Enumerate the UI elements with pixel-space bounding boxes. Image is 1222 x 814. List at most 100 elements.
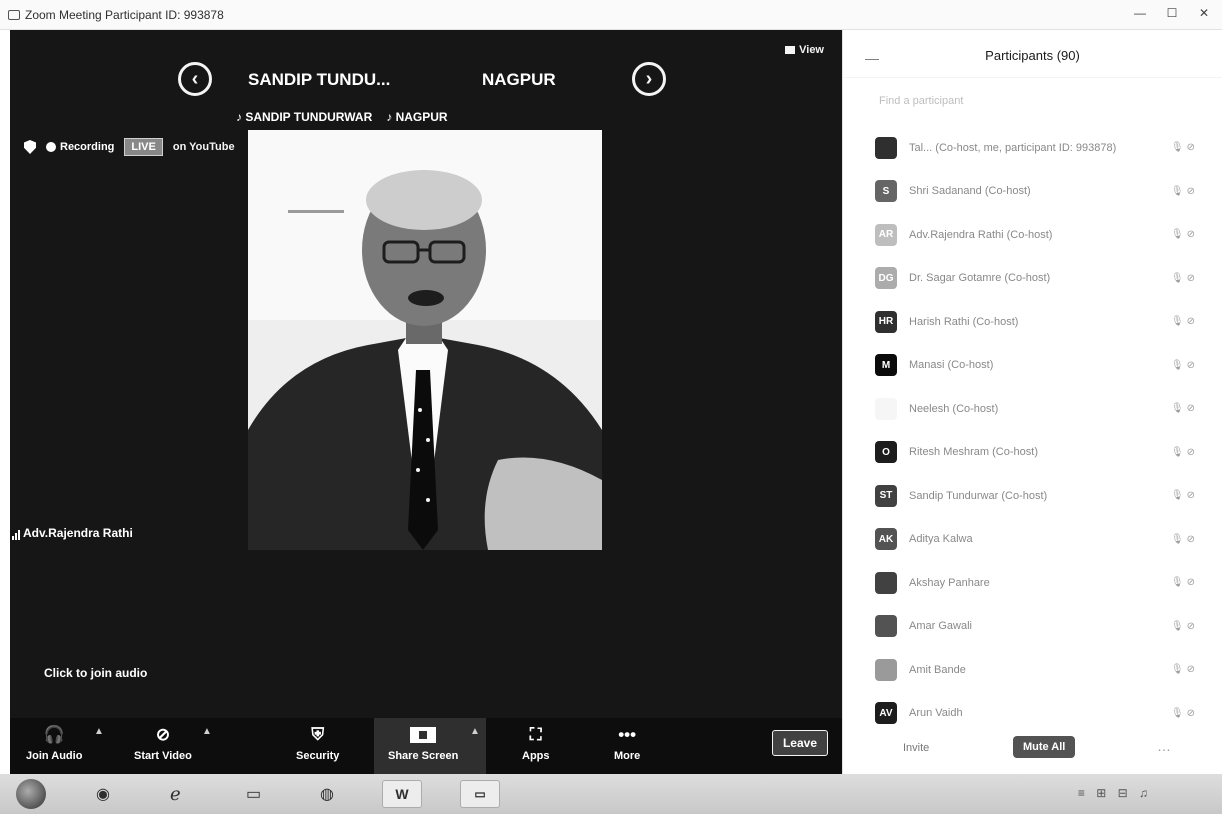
join-audio-hint[interactable]: Click to join audio — [44, 666, 147, 680]
video-off-icon[interactable]: ⊘ — [1187, 186, 1195, 197]
participant-row[interactable]: Tal... (Co-host, me, participant ID: 993… — [843, 126, 1222, 170]
participant-row[interactable]: Amit Bande 🎙 ⊘ — [843, 648, 1222, 692]
media-player-icon[interactable]: ◉ — [96, 780, 110, 808]
avatar — [875, 571, 897, 594]
mic-muted-icon[interactable]: 🎙 — [1171, 360, 1184, 371]
avatar — [875, 658, 897, 681]
recording-indicator: Recording — [46, 141, 114, 153]
mic-muted-icon[interactable]: 🎙 — [1171, 577, 1184, 588]
next-page-button[interactable]: › — [632, 62, 666, 96]
start-video-button[interactable]: ⊘ Start Video — [134, 724, 192, 762]
minimize-button[interactable]: — — [1128, 6, 1152, 20]
more-button[interactable]: ••• More — [614, 724, 640, 762]
participant-row[interactable]: O Ritesh Meshram (Co-host) 🎙 ⊘ — [843, 431, 1222, 475]
security-button[interactable]: ⛨ Security — [296, 724, 339, 762]
close-button[interactable]: ✕ — [1192, 6, 1216, 20]
speaker-subtab[interactable]: SANDIP TUNDURWAR — [236, 110, 372, 124]
video-off-icon[interactable]: ⊘ — [1187, 403, 1195, 414]
share-options-caret-icon[interactable]: ▲ — [470, 726, 480, 737]
participant-status: 🎙 ⊘ — [1171, 664, 1195, 675]
video-off-icon[interactable]: ⊘ — [1187, 316, 1195, 327]
encryption-shield-icon[interactable] — [24, 140, 36, 154]
mic-muted-icon[interactable]: 🎙 — [1171, 664, 1184, 675]
video-off-icon[interactable]: ⊘ — [1187, 490, 1195, 501]
mic-muted-icon[interactable]: 🎙 — [1171, 316, 1184, 327]
participant-status: 🎙 ⊘ — [1171, 142, 1195, 153]
participant-search-input[interactable]: Find a participant — [869, 90, 1196, 112]
participant-status: 🎙 ⊘ — [1171, 577, 1195, 588]
mic-muted-icon[interactable]: 🎙 — [1171, 621, 1184, 632]
participant-row[interactable]: DG Dr. Sagar Gotamre (Co-host) 🎙 ⊘ — [843, 257, 1222, 301]
participant-name: Sandip Tundurwar (Co-host) — [909, 489, 1048, 502]
participant-name: Akshay Panhare — [909, 576, 990, 589]
mic-muted-icon[interactable]: 🎙 — [1171, 490, 1184, 501]
mic-muted-icon[interactable]: 🎙 — [1171, 708, 1184, 719]
speaker-tab[interactable]: NAGPUR — [482, 70, 556, 90]
participant-status: 🎙 ⊘ — [1171, 316, 1195, 327]
video-off-icon[interactable]: ⊘ — [1187, 534, 1195, 545]
mic-muted-icon[interactable]: 🎙 — [1171, 142, 1184, 153]
mic-muted-icon[interactable]: 🎙 — [1171, 186, 1184, 197]
meeting-toolbar: 🎧 Join Audio ▲ ⊘ Start Video ▲ ⛨ Securit… — [10, 718, 842, 774]
more-options-icon[interactable]: … — [1157, 738, 1171, 754]
video-off-icon[interactable]: ⊘ — [1187, 273, 1195, 284]
audio-options-caret-icon[interactable]: ▲ — [94, 726, 104, 737]
video-off-icon[interactable]: ⊘ — [1187, 360, 1195, 371]
zoom-taskbar-icon[interactable]: ▭ — [460, 780, 500, 808]
participant-row[interactable]: S Shri Sadanand (Co-host) 🎙 ⊘ — [843, 170, 1222, 214]
video-off-icon[interactable]: ⊘ — [1187, 577, 1195, 588]
video-options-caret-icon[interactable]: ▲ — [202, 726, 212, 737]
video-off-icon[interactable]: ⊘ — [1187, 664, 1195, 675]
mute-all-button[interactable]: Mute All — [1013, 736, 1076, 758]
video-off-icon[interactable]: ⊘ — [1187, 229, 1195, 240]
video-off-icon[interactable]: ⊘ — [1187, 621, 1195, 632]
apps-button[interactable]: ⛶ Apps — [522, 724, 550, 762]
mic-muted-icon[interactable]: 🎙 — [1171, 447, 1184, 458]
start-button-icon[interactable] — [16, 779, 46, 809]
avatar: AV — [875, 702, 897, 725]
mic-muted-icon[interactable]: 🎙 — [1171, 403, 1184, 414]
previous-page-button[interactable]: ‹ — [178, 62, 212, 96]
invite-button[interactable]: Invite — [903, 742, 929, 754]
participant-status: 🎙 ⊘ — [1171, 621, 1195, 632]
participant-name: Amit Bande — [909, 663, 966, 676]
participant-row[interactable]: AK Aditya Kalwa 🎙 ⊘ — [843, 518, 1222, 562]
join-audio-button[interactable]: 🎧 Join Audio — [26, 724, 82, 762]
participant-name: Dr. Sagar Gotamre (Co-host) — [909, 272, 1051, 285]
speaker-tab[interactable]: SANDIP TUNDU... — [248, 70, 390, 90]
participant-row[interactable]: Amar Gawali 🎙 ⊘ — [843, 605, 1222, 649]
participant-row[interactable]: HR Harish Rathi (Co-host) 🎙 ⊘ — [843, 300, 1222, 344]
chrome-icon[interactable]: ◍ — [320, 780, 334, 808]
folder-icon[interactable]: ▭ — [246, 780, 261, 808]
speaker-subtab[interactable]: NAGPUR — [386, 110, 448, 124]
apps-icon: ⛶ — [529, 725, 542, 744]
view-button[interactable]: View — [785, 44, 824, 56]
avatar — [875, 136, 897, 159]
mic-muted-icon[interactable]: 🎙 — [1171, 273, 1184, 284]
participant-row[interactable]: AR Adv.Rajendra Rathi (Co-host) 🎙 ⊘ — [843, 213, 1222, 257]
video-off-icon[interactable]: ⊘ — [1187, 142, 1195, 153]
participant-status: 🎙 ⊘ — [1171, 186, 1195, 197]
video-off-icon[interactable]: ⊘ — [1187, 708, 1195, 719]
maximize-button[interactable]: ☐ — [1160, 6, 1184, 20]
live-badge[interactable]: LIVE — [124, 138, 163, 156]
system-tray[interactable]: ≡ ⊞ ⊟ ♫ — [1078, 786, 1152, 800]
video-off-icon[interactable]: ⊘ — [1187, 447, 1195, 458]
leave-button[interactable]: Leave — [771, 730, 828, 756]
participant-row[interactable]: M Manasi (Co-host) 🎙 ⊘ — [843, 344, 1222, 388]
share-screen-group: Share Screen ▲ — [374, 718, 486, 774]
word-icon[interactable]: W — [382, 780, 422, 808]
avatar: DG — [875, 267, 897, 290]
browser-icon[interactable]: ℯ — [170, 780, 181, 808]
participant-status: 🎙 ⊘ — [1171, 447, 1195, 458]
participant-name: Aditya Kalwa — [909, 533, 973, 546]
participant-row[interactable]: ST Sandip Tundurwar (Co-host) 🎙 ⊘ — [843, 474, 1222, 518]
mic-muted-icon[interactable]: 🎙 — [1171, 229, 1184, 240]
participant-row[interactable]: Neelesh (Co-host) 🎙 ⊘ — [843, 387, 1222, 431]
participant-row[interactable]: Akshay Panhare 🎙 ⊘ — [843, 561, 1222, 605]
mic-muted-icon[interactable]: 🎙 — [1171, 534, 1184, 545]
window-controls: — ☐ ✕ — [1128, 6, 1216, 20]
participant-name: Neelesh (Co-host) — [909, 402, 999, 415]
share-screen-button[interactable]: Share Screen — [388, 724, 458, 762]
participant-name: Arun Vaidh — [909, 707, 963, 720]
